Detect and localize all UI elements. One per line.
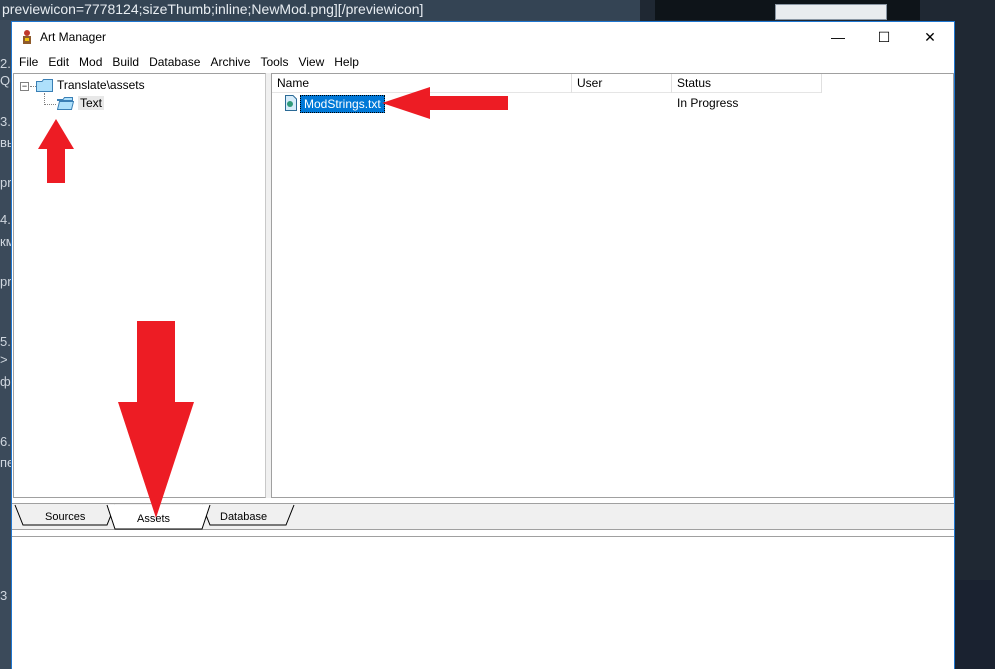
folder-open-icon [57, 97, 74, 110]
annotation-up-arrow [38, 119, 74, 183]
background-text: 4. [0, 212, 11, 227]
tab-sources[interactable]: Sources [45, 511, 85, 523]
menu-bar: File Edit Mod Build Database Archive Too… [12, 52, 954, 72]
menu-edit[interactable]: Edit [43, 52, 74, 72]
table-row[interactable]: ModStrings.txt In Progress [272, 94, 952, 113]
background-text: pr [0, 175, 12, 190]
tree-item-root[interactable]: Translate\assets [57, 78, 145, 92]
tree-line [44, 104, 56, 105]
tab-database[interactable]: Database [220, 511, 267, 523]
background-thumbnail [775, 4, 887, 20]
app-icon [23, 30, 31, 44]
collapse-expander[interactable]: − [20, 82, 29, 91]
minimize-button[interactable]: — [815, 22, 861, 52]
menu-view[interactable]: View [293, 52, 329, 72]
maximize-icon: ☐ [877, 28, 891, 45]
background-top-text: previewicon=7778124;sizeThumb;inline;New… [0, 0, 640, 20]
column-header-user[interactable]: User [572, 74, 672, 93]
output-pane [12, 536, 954, 669]
close-button[interactable]: ✕ [907, 22, 953, 52]
menu-file[interactable]: File [14, 52, 43, 72]
background-text: 2. [0, 56, 11, 71]
annotation-left-arrow [382, 87, 508, 119]
menu-help[interactable]: Help [329, 52, 364, 72]
file-name-cell[interactable]: ModStrings.txt [300, 95, 385, 113]
screen: previewicon=7778124;sizeThumb;inline;New… [0, 0, 995, 669]
asset-list: Name User Status ModStrings.txt In Progr… [271, 73, 954, 498]
annotation-down-arrow [118, 321, 194, 518]
window-title: Art Manager [40, 30, 107, 44]
menu-mod[interactable]: Mod [74, 52, 107, 72]
maximize-button[interactable]: ☐ [861, 22, 907, 52]
background-corner [955, 580, 995, 669]
menu-tools[interactable]: Tools [255, 52, 293, 72]
menu-build[interactable]: Build [107, 52, 144, 72]
text-file-icon [285, 95, 297, 111]
background-text: pr [0, 274, 12, 289]
minimize-icon: — [831, 29, 845, 45]
menu-database[interactable]: Database [144, 52, 205, 72]
column-header-status[interactable]: Status [672, 74, 822, 93]
status-cell: In Progress [677, 96, 739, 110]
close-icon: ✕ [924, 28, 936, 45]
title-bar[interactable]: Art Manager — ☐ ✕ [12, 22, 954, 52]
list-header: Name User Status [272, 74, 822, 93]
background-text: 3. [0, 114, 11, 129]
menu-archive[interactable]: Archive [205, 52, 255, 72]
background-text: 6. [0, 434, 11, 449]
folder-icon [36, 79, 53, 92]
background-text: 5. [0, 334, 11, 349]
tree-item-text[interactable]: Text [78, 96, 105, 110]
